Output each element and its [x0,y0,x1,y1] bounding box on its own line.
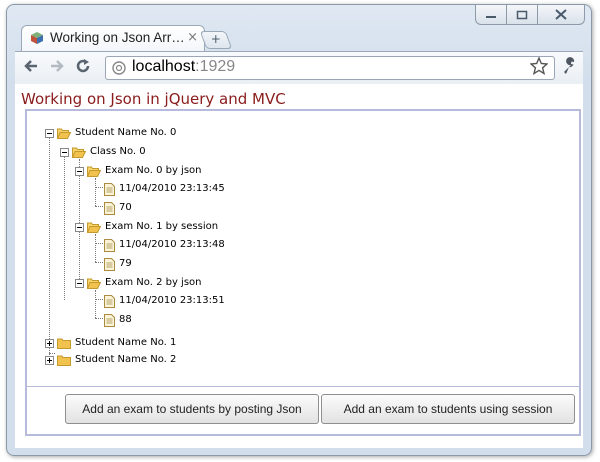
tree-node-student-2[interactable]: Student Name No. 2 [45,352,176,368]
plus-icon: + [210,32,221,46]
tree-leaf-exam-0-date[interactable]: 11/04/2010 23:13:45 [104,181,225,197]
tree-node-student-1[interactable]: Student Name No. 1 [45,335,176,351]
document-icon [104,294,115,308]
document-icon [104,182,115,196]
back-arrow-icon [24,60,37,72]
tree-leaf-label: 88 [119,314,132,325]
tree-node-label: Exam No. 1 by session [105,221,219,232]
url-host: localhost [132,58,196,75]
browser-window: Working on Json Arr… × + localhost:1929 … [6,4,592,456]
collapse-icon[interactable] [75,166,84,176]
tree-leaf-label: 79 [119,258,132,269]
tree-leaf-exam-1-score[interactable]: 79 [104,256,132,272]
post-json-button[interactable]: Add an exam to students by posting Json [65,394,319,424]
tree-view: Student Name No. 0 Class No. 0 Exam No. … [27,111,579,385]
tree-node-label: Student Name No. 1 [75,337,177,348]
tree-leaf-label: 11/04/2010 23:13:51 [119,295,225,306]
tab-close-button[interactable]: × [187,30,198,45]
tab-title: Working on Json Arr… [50,30,185,45]
tree-node-exam-0[interactable]: Exam No. 0 by json [75,163,202,179]
close-window-button[interactable] [537,5,585,25]
new-tab-button[interactable]: + [199,31,233,49]
minimize-icon [486,15,496,18]
tree-leaf-exam-1-date[interactable]: 11/04/2010 23:13:48 [104,237,225,253]
folder-closed-icon [57,338,71,349]
document-icon [104,257,115,271]
expand-icon[interactable] [45,355,54,365]
wrench-icon [564,57,575,74]
tree-leaf-exam-0-score[interactable]: 70 [104,200,132,216]
tree-leaf-label: 11/04/2010 23:13:45 [119,183,225,194]
browser-tab[interactable]: Working on Json Arr… × [21,25,205,52]
address-bar[interactable]: localhost:1929 [105,56,555,80]
maximize-button[interactable] [506,5,537,25]
document-icon [104,313,115,327]
tree-node-label: Student Name No. 0 [75,127,177,138]
page-icon [112,61,126,75]
tree-node-student-0[interactable]: Student Name No. 0 [45,125,176,141]
collapse-icon[interactable] [45,128,54,138]
cube-icon [31,32,43,44]
star-icon [529,56,549,75]
document-icon [104,201,115,215]
folder-open-icon [57,128,71,139]
forward-button[interactable] [49,58,65,79]
tree-node-label: Exam No. 0 by json [105,165,202,176]
window-controls [475,5,585,25]
tree-node-label: Class No. 0 [90,146,146,157]
tree-leaf-exam-2-score[interactable]: 88 [104,312,132,328]
browser-toolbar: localhost:1929 [15,51,583,85]
collapse-icon[interactable] [60,147,69,157]
reload-button[interactable] [75,58,91,79]
panel-divider [27,386,579,387]
url-text: localhost:1929 [132,58,235,76]
back-button[interactable] [23,58,39,79]
url-port: :1929 [195,58,236,75]
folder-open-icon [87,222,101,233]
folder-open-icon [87,278,101,289]
tree-node-exam-1[interactable]: Exam No. 1 by session [75,219,218,235]
reload-icon [76,59,90,73]
collapse-icon[interactable] [75,278,84,288]
bookmark-button[interactable] [529,56,549,80]
tree-panel: Student Name No. 0 Class No. 0 Exam No. … [25,109,581,436]
folder-open-icon [72,147,86,158]
tree-node-class-0[interactable]: Class No. 0 [60,144,146,160]
page-title: Working on Json in jQuery and MVC [21,90,286,108]
folder-closed-icon [57,355,71,366]
collapse-icon[interactable] [75,222,84,232]
page-content: Working on Json in jQuery and MVC Studen… [15,84,583,448]
close-icon [555,9,567,20]
forward-arrow-icon [51,60,64,72]
use-session-button[interactable]: Add an exam to students using session [321,394,575,424]
tree-node-exam-2[interactable]: Exam No. 2 by json [75,275,202,291]
tree-leaf-label: 11/04/2010 23:13:48 [119,239,225,250]
tree-leaf-label: 70 [119,202,132,213]
wrench-menu-button[interactable] [561,57,579,79]
maximize-icon [516,10,528,19]
tree-node-label: Exam No. 2 by json [105,277,202,288]
minimize-button[interactable] [475,5,506,25]
expand-icon[interactable] [45,338,54,348]
tree-leaf-exam-2-date[interactable]: 11/04/2010 23:13:51 [104,293,225,309]
folder-open-icon [87,166,101,177]
tree-node-label: Student Name No. 2 [75,354,177,365]
document-icon [104,238,115,252]
